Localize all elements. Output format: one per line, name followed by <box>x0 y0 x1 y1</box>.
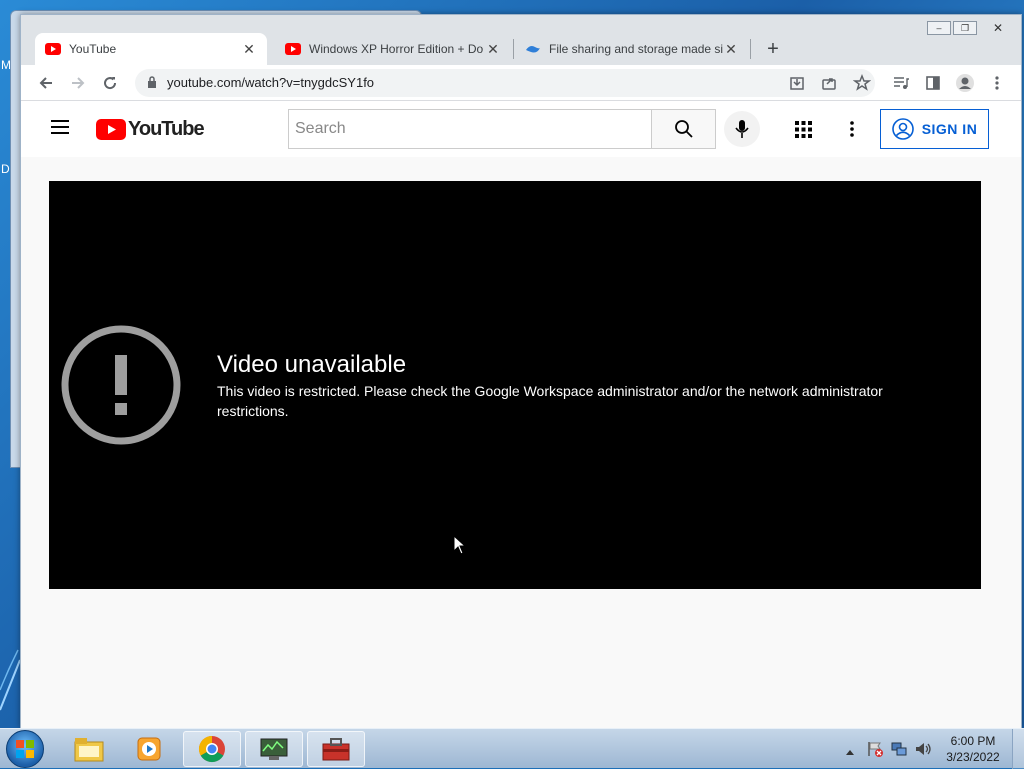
youtube-icon <box>285 43 301 55</box>
browser-toolbar: youtube.com/watch?v=tnygdcSY1fo <box>21 65 1021 101</box>
mouse-cursor-icon <box>453 535 467 555</box>
desktop-icon-label-d[interactable]: D <box>1 162 10 176</box>
side-panel-icon[interactable] <box>923 73 943 93</box>
taskbar: 6:00 PM 3/23/2022 <box>0 728 1024 769</box>
media-control-icon[interactable] <box>891 73 911 93</box>
youtube-header: YouTube SIGN IN <box>21 101 1021 157</box>
menu-dots-icon[interactable] <box>987 73 1007 93</box>
lock-icon[interactable] <box>147 76 157 89</box>
search-icon <box>674 120 693 138</box>
taskbar-toolbox[interactable] <box>307 731 365 767</box>
tab-file-sharing[interactable]: File sharing and storage made sir ✕ <box>515 33 749 65</box>
chrome-window: YouTube ✕ Windows XP Horror Edition + Do… <box>20 14 1022 729</box>
tab-close-icon[interactable]: ✕ <box>241 41 257 57</box>
youtube-logo-icon <box>96 119 126 140</box>
tab-separator <box>513 39 514 59</box>
reload-icon[interactable] <box>100 73 120 93</box>
taskbar-media-player[interactable] <box>120 731 178 767</box>
show-desktop-button[interactable] <box>1012 729 1024 769</box>
profile-icon[interactable] <box>955 73 975 93</box>
error-message: This video is restricted. Please check t… <box>217 383 883 419</box>
apps-grid-icon[interactable] <box>795 121 812 143</box>
video-player[interactable]: Video unavailable This video is restrict… <box>49 181 981 589</box>
account-circle-icon <box>891 118 914 140</box>
bookmark-star-icon[interactable] <box>852 73 872 97</box>
taskbar-network-tool[interactable] <box>245 731 303 767</box>
error-exclamation-icon <box>61 325 181 445</box>
youtube-page: YouTube SIGN IN <box>21 101 1021 729</box>
tab-youtube[interactable]: YouTube ✕ <box>35 33 267 65</box>
close-window-button[interactable]: ✕ <box>979 21 1017 35</box>
search-button[interactable] <box>652 109 716 149</box>
tab-close-icon[interactable]: ✕ <box>485 41 501 57</box>
tab-strip: YouTube ✕ Windows XP Horror Edition + Do… <box>21 15 1021 65</box>
error-title: Video unavailable <box>217 351 407 378</box>
voice-search-button[interactable] <box>724 111 760 147</box>
desktop-swoosh <box>0 649 21 711</box>
show-hidden-icons-chevron-icon[interactable] <box>845 743 855 761</box>
forward-icon[interactable] <box>68 73 88 93</box>
tab-close-icon[interactable]: ✕ <box>723 41 739 57</box>
tab-title: Windows XP Horror Edition + Do <box>309 42 484 56</box>
youtube-logo[interactable]: YouTube <box>96 118 205 141</box>
youtube-icon <box>45 43 61 55</box>
taskbar-chrome[interactable] <box>183 731 241 767</box>
minimize-button[interactable]: – <box>927 21 951 35</box>
media-player-icon <box>137 737 161 761</box>
back-icon[interactable] <box>36 73 56 93</box>
tab-separator <box>750 39 751 59</box>
volume-icon[interactable] <box>914 740 932 763</box>
desktop-icon-label-m[interactable]: M <box>1 58 11 72</box>
tab-title: File sharing and storage made sir <box>549 42 723 56</box>
network-monitor-icon <box>260 738 288 760</box>
fileshare-icon <box>526 46 540 53</box>
folder-icon <box>74 738 104 762</box>
youtube-logo-text: YouTube <box>128 118 205 140</box>
windows-logo-icon <box>16 740 34 758</box>
install-icon[interactable] <box>789 75 805 96</box>
hamburger-menu-icon[interactable] <box>50 119 70 140</box>
new-tab-button[interactable]: + <box>761 37 785 61</box>
chrome-icon <box>198 735 225 763</box>
address-bar[interactable]: youtube.com/watch?v=tnygdcSY1fo <box>135 69 875 97</box>
clock-date: 3/23/2022 <box>946 750 1000 764</box>
share-icon[interactable] <box>821 75 837 96</box>
settings-dots-icon[interactable] <box>849 121 855 142</box>
search-box[interactable] <box>288 109 652 149</box>
sign-in-button[interactable]: SIGN IN <box>880 109 989 149</box>
tab-windows-xp-horror[interactable]: Windows XP Horror Edition + Do ✕ <box>275 33 511 65</box>
start-button[interactable] <box>6 730 44 768</box>
system-clock[interactable]: 6:00 PM 3/23/2022 <box>940 733 1006 765</box>
sign-in-label: SIGN IN <box>921 121 978 137</box>
tab-title: YouTube <box>69 42 117 56</box>
clock-time: 6:00 PM <box>950 734 996 748</box>
toolbox-icon <box>322 738 350 761</box>
network-status-icon[interactable] <box>890 740 908 763</box>
microphone-icon <box>735 120 749 138</box>
restore-button[interactable]: ❐ <box>953 21 977 35</box>
url-text[interactable]: youtube.com/watch?v=tnygdcSY1fo <box>167 75 374 90</box>
search-input[interactable] <box>289 110 651 148</box>
taskbar-explorer[interactable] <box>60 731 118 767</box>
action-center-flag-icon[interactable] <box>866 740 884 763</box>
